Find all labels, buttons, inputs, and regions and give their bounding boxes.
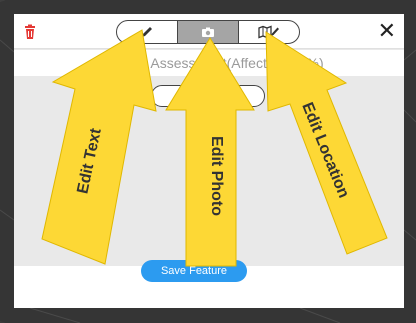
annotation-arrows: Edit Text Edit Photo Edit Location [41,29,388,267]
edit-location-arrow: Edit Location [265,31,388,255]
edit-photo-arrow: Edit Photo [165,37,255,267]
edit-text-arrow: Edit Text [41,29,157,265]
edit-photo-label: Edit Photo [208,136,225,216]
